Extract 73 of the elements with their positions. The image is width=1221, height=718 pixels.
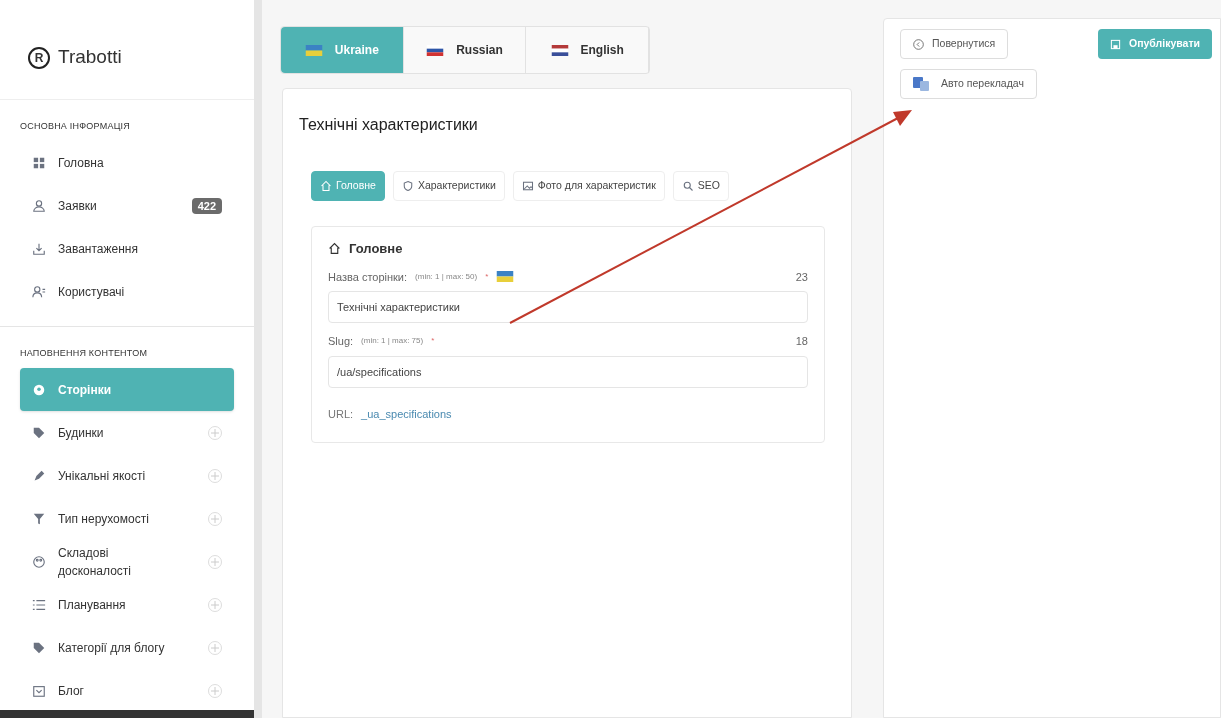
item-label: Головна [58, 155, 105, 172]
sidebar-item[interactable]: Заявки 422 [20, 184, 234, 228]
home-icon [328, 242, 341, 256]
item-label: Користувачі [58, 284, 126, 301]
user-icon [32, 199, 46, 213]
grid-icon [32, 156, 46, 170]
back-button[interactable]: Повернутися [900, 29, 1009, 59]
required-mark: * [431, 335, 435, 348]
back-icon [913, 38, 924, 50]
required-mark: * [485, 270, 489, 283]
logo-text: Trabotti [58, 45, 122, 70]
input-field[interactable]: /ua/specifications [328, 355, 808, 388]
search-icon [681, 180, 694, 192]
char-count: 23 [795, 269, 808, 285]
sidebar-item[interactable]: Унікальні якості [20, 454, 234, 497]
sidebar-item[interactable]: Планування [20, 583, 234, 626]
sidebar-item[interactable]: Завантаження [20, 227, 234, 271]
section-title: ОСНОВНА ІНФОРМАЦІЯ [19, 120, 131, 133]
char-count: 18 [795, 334, 808, 349]
flag-icon [426, 44, 445, 56]
section-title: НАПОВНЕННЯ КОНТЕНТОМ [19, 346, 149, 360]
url-label: URL: [328, 406, 354, 422]
flag-icon [304, 44, 323, 56]
item-label: Блог [58, 682, 85, 700]
input-field[interactable]: Технічні характеристики [328, 291, 808, 323]
tag-icon [32, 425, 46, 440]
item-label: Категорії для блогу [58, 639, 166, 657]
field-hint: (min: 1 | max: 75) [361, 335, 424, 348]
translate-icon [913, 77, 929, 91]
home-icon [320, 180, 332, 192]
item-label: Сторінки [58, 381, 112, 399]
flag-icon [550, 44, 569, 56]
palette-icon [32, 554, 46, 569]
calendar-icon [32, 683, 46, 698]
sidebar-item[interactable]: Користувачі [20, 270, 234, 314]
tag-icon [32, 640, 46, 655]
sidebar-item[interactable]: Категорії для блогу [20, 626, 234, 669]
language-tab[interactable]: Russian [403, 27, 527, 73]
section-title: Головне [349, 240, 403, 258]
item-label: Заявки [58, 198, 98, 215]
content-tab[interactable]: SEO [672, 171, 729, 201]
url-link[interactable]: _ua_specifications [361, 405, 452, 422]
field-hint: (min: 1 | max: 50) [415, 270, 478, 283]
download-icon [32, 242, 46, 256]
sidebar-item[interactable]: Блог [20, 669, 234, 712]
sidebar-item[interactable]: Тип нерухомості [20, 497, 234, 540]
content-tab[interactable]: Фото для характеристик [512, 171, 665, 201]
users-icon [32, 285, 46, 299]
sidebar-item[interactable]: Складові досконалості [20, 540, 234, 583]
content-tab[interactable]: Характеристики [392, 171, 505, 201]
save-icon [1110, 38, 1121, 50]
item-label: Складові досконалості [58, 544, 132, 580]
pencil-icon [32, 468, 46, 483]
logo-icon: R [28, 46, 50, 69]
field-label: Назва сторінки: [328, 269, 408, 285]
shield-icon [401, 180, 414, 192]
sidebar-item[interactable]: Головна [20, 141, 234, 185]
item-label: Тип нерухомості [58, 510, 150, 528]
flag-icon [496, 271, 515, 283]
sidebar-item[interactable]: Будинки [20, 411, 234, 454]
item-label: Унікальні якості [58, 467, 147, 485]
list-icon [32, 597, 46, 612]
item-label: Завантаження [58, 241, 139, 258]
image-icon [521, 180, 534, 192]
item-label: Будинки [58, 424, 105, 442]
count-badge: 422 [191, 197, 222, 215]
field-label: Slug: [328, 334, 354, 349]
filter-icon [32, 511, 46, 526]
language-tab[interactable]: English [526, 27, 649, 73]
pin-icon [32, 382, 46, 397]
page-title: Технічні характеристики [299, 115, 479, 135]
translate-button[interactable]: Авто перекладач [900, 69, 1037, 99]
item-label: Планування [58, 596, 127, 614]
